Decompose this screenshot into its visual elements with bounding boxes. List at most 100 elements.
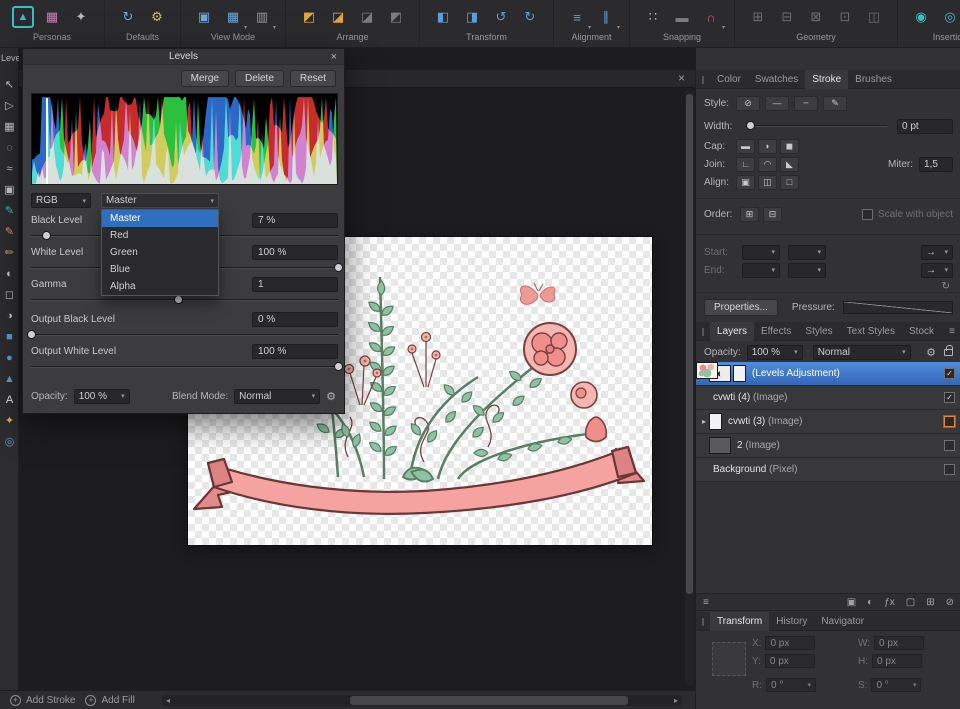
view-mode-pixel-icon[interactable]: ▦ ▾ [222,6,247,31]
vertical-scrollbar-thumb[interactable] [686,94,693,594]
slider-value-input[interactable]: 1 [252,277,338,292]
miter-input[interactable]: 1,5 [919,156,953,172]
layer-visibility-checkbox[interactable] [944,464,955,475]
flip-horizontal-icon[interactable]: ◧ [432,6,454,28]
tab-transform[interactable]: Transform [710,611,770,631]
arrange-backward-icon[interactable]: ◪ [356,6,378,28]
start-size-select[interactable]: ▾ [788,244,826,260]
end-arrow-select[interactable]: → ▾ [921,262,953,278]
freehand-selection-tool[interactable]: ◌ [0,137,19,158]
join-miter-icon[interactable]: ∟ [736,156,755,172]
delete-layer-icon[interactable]: ⊘ [946,597,954,608]
layer-visibility-checkbox[interactable]: ✓ [944,392,955,403]
slider-thumb[interactable] [174,295,184,304]
tab-color[interactable]: Color [710,70,748,89]
expand-caret-icon[interactable]: ▸ [699,417,709,426]
dropdown-option-alpha[interactable]: Alpha [102,278,218,295]
arrange-forward-icon[interactable]: ◪ [327,6,349,28]
slider[interactable] [31,361,343,372]
insert-on-top-icon[interactable]: ◎ [939,6,960,28]
tab-navigator[interactable]: Navigator [814,612,871,631]
document-close-icon[interactable]: × [678,71,685,85]
tab-swatches[interactable]: Swatches [748,70,805,89]
start-arrow-select[interactable]: → ▾ [921,244,953,260]
layer-visibility-checkbox[interactable]: ✓ [944,368,955,379]
defaults-sync-icon[interactable]: ↻ [117,6,139,28]
transform-anchor-widget[interactable] [712,642,746,676]
mask-icon[interactable]: ▣ [847,597,856,608]
lock-icon[interactable] [944,344,953,356]
arrange-to-back-icon[interactable]: ◩ [385,6,407,28]
layer-row[interactable]: cvwti (4) (Image) ✓ [696,362,960,410]
cap-butt-icon[interactable]: ▬ [736,138,755,154]
affinity-photo-logo-icon[interactable]: ▲ [12,6,34,28]
transform-field-input[interactable]: 0 px [765,636,816,650]
rotate-ccw-icon[interactable]: ↺ [490,6,512,28]
scroll-left-icon[interactable]: ◂ [166,695,170,706]
new-layer-icon[interactable]: ▢ [906,597,915,608]
pixel-tool[interactable]: ✏ [0,242,19,263]
panel-menu-icon[interactable]: ≡ [943,326,960,337]
slider-value-input[interactable]: 100 % [252,344,338,359]
transform-field-input[interactable]: 0 ° ▾ [766,678,816,692]
scale-with-object-checkbox[interactable] [861,208,873,220]
artistic-text-tool[interactable]: A [0,389,19,410]
dropdown-option-red[interactable]: Red [102,227,218,244]
geometry-add-icon[interactable]: ⊞ [747,6,769,28]
tab-stroke[interactable]: Stroke [805,69,849,89]
geometry-combine-icon[interactable]: ◫ [863,6,885,28]
geometry-subtract-icon[interactable]: ⊟ [776,6,798,28]
style-solid-icon[interactable]: — [765,95,789,111]
persona-develop-icon[interactable]: ▦ [41,6,63,28]
width-input[interactable]: 0 pt [897,118,953,134]
dropdown-option-green[interactable]: Green [102,244,218,261]
arrange-to-front-icon[interactable]: ◩ [298,6,320,28]
align-vertical-icon[interactable]: ∥ ▾ [595,6,620,31]
style-dash-icon[interactable]: ╌ [794,95,818,111]
dialog-opacity-select[interactable]: 100 % ▾ [73,388,130,404]
clone-brush-tool[interactable]: ◐ [0,263,19,284]
join-bevel-icon[interactable]: ◣ [780,156,799,172]
properties-button[interactable]: Properties... [704,298,778,316]
slider-value-input[interactable]: 100 % [252,245,338,260]
panel-drag-handle-icon[interactable]: ∥ [696,617,710,626]
defaults-revert-icon[interactable]: ⚙ [146,6,168,28]
slider[interactable] [27,329,338,340]
rotate-cw-icon[interactable]: ↻ [519,6,541,28]
reverse-curves-icon[interactable]: ↻ [942,281,950,292]
pressure-editor[interactable] [842,300,953,314]
paint-brush-tool[interactable]: ✎ [0,221,19,242]
colour-picker-tool[interactable]: ✦ [0,410,19,431]
ellipse-tool[interactable]: ● [0,347,19,368]
geometry-intersect-icon[interactable]: ⊠ [805,6,827,28]
scroll-right-icon[interactable]: ▸ [674,695,678,706]
tab-history[interactable]: History [769,612,814,631]
slider-value-input[interactable]: 0 % [252,312,338,327]
slider-thumb[interactable] [27,330,36,339]
node-tool[interactable]: ▷ [0,95,19,116]
cap-square-icon[interactable]: ◼ [780,138,799,154]
end-size-select[interactable]: ▾ [788,262,826,278]
align-inside-icon[interactable]: ◫ [758,174,777,190]
delete-button[interactable]: Delete [234,70,284,87]
tab-brushes[interactable]: Brushes [848,70,899,89]
fx-icon[interactable]: ƒx [884,597,895,608]
dialog-close-icon[interactable]: × [331,49,337,65]
dialog-blend-select[interactable]: Normal ▾ [234,388,321,404]
transform-field-input[interactable]: 0 px [874,636,925,650]
dialog-settings-gear-icon[interactable]: ⚙ [326,390,336,403]
layer-row[interactable]: ▸ cvwti (3) (Image) [696,362,960,434]
layer-visibility-checkbox[interactable] [944,440,955,451]
layers-opacity-select[interactable]: 100 % ▾ [746,344,803,360]
panel-drag-handle-icon[interactable]: ∥ [696,327,710,336]
start-style-select[interactable]: ▾ [742,244,780,260]
rectangle-tool[interactable]: ■ [0,326,19,347]
crop-tool[interactable]: ▣ [0,179,19,200]
triangle-tool[interactable]: ▲ [0,368,19,389]
tab-styles[interactable]: Styles [798,322,839,341]
end-style-select[interactable]: ▾ [742,262,780,278]
tab-stock[interactable]: Stock [902,322,941,341]
layer-visibility-checkbox[interactable] [944,416,955,427]
align-horizontal-icon[interactable]: ≡ ▾ [566,6,591,32]
move-tool[interactable]: ↖ [0,74,19,95]
